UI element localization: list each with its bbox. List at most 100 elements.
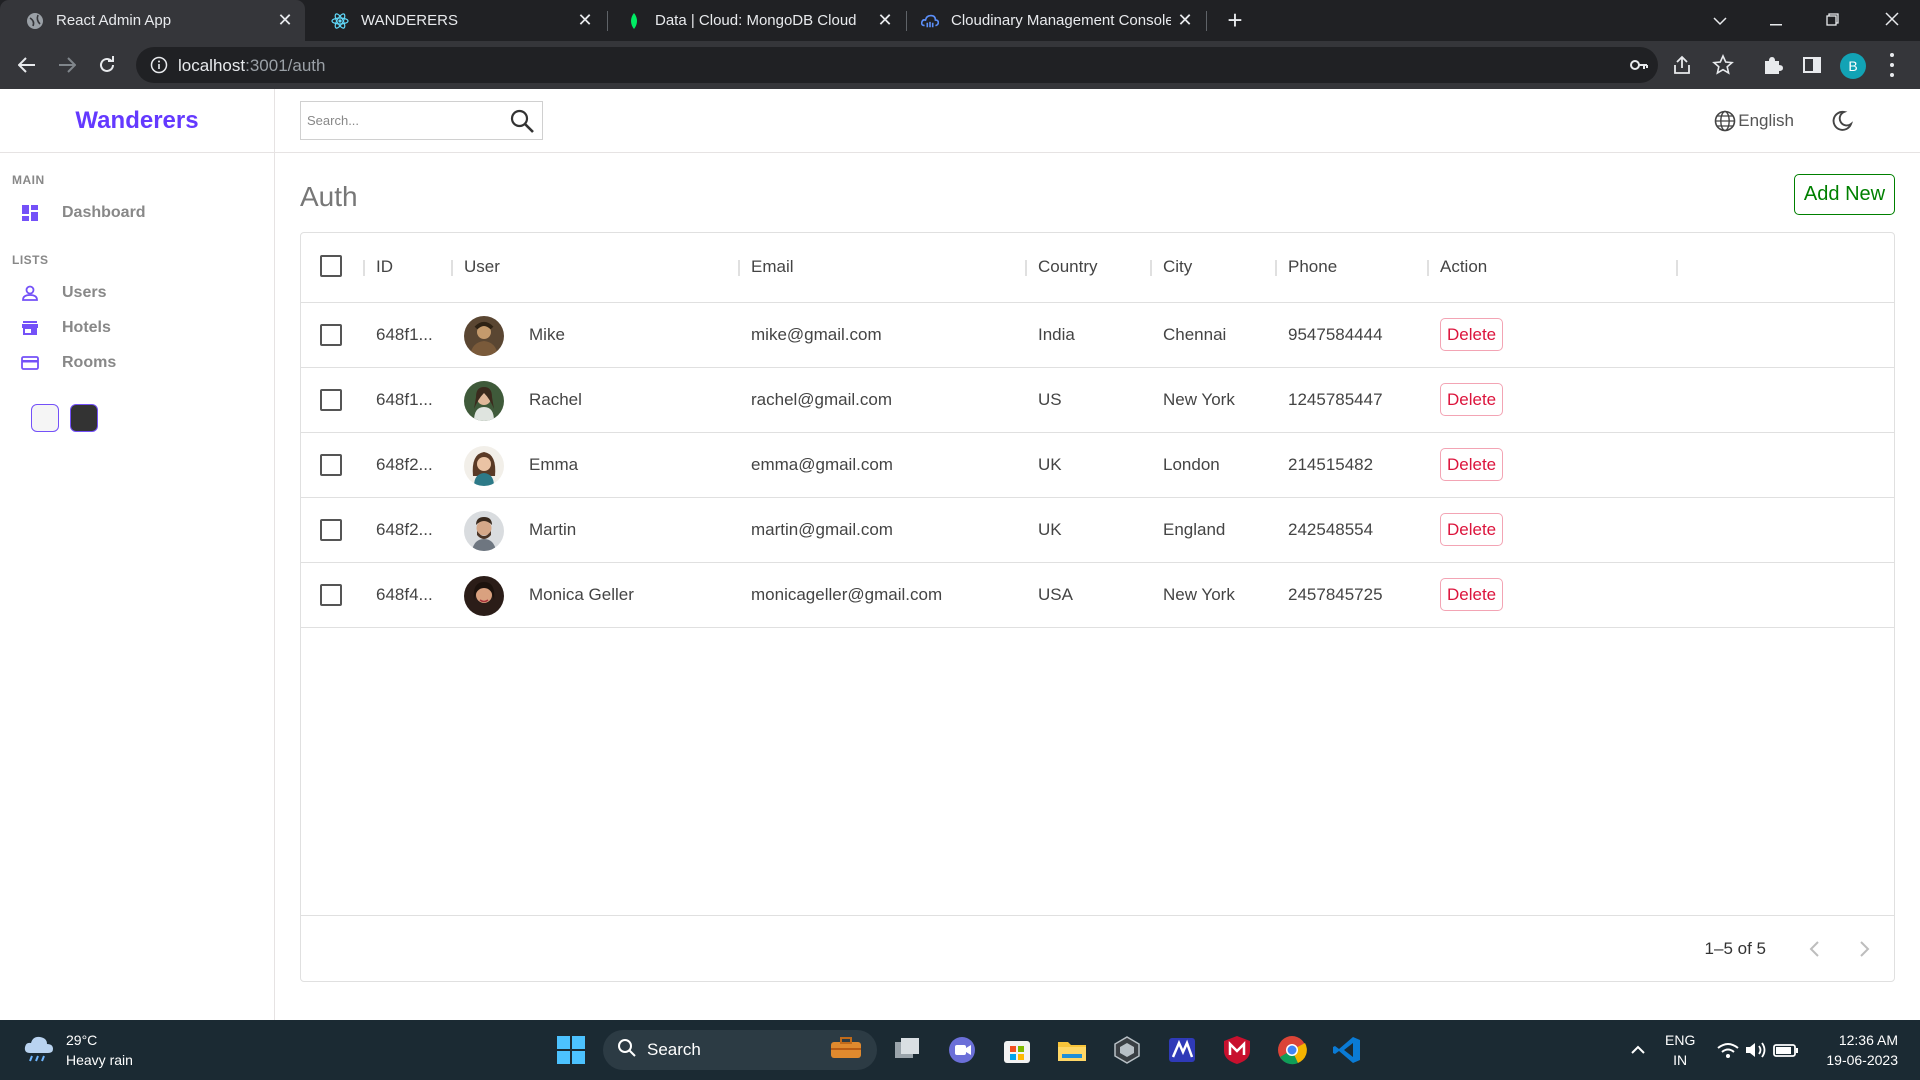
- task-view-icon[interactable]: [891, 1034, 923, 1066]
- weather-widget[interactable]: 29°C Heavy rain: [22, 1030, 133, 1070]
- column-header-user[interactable]: User: [464, 257, 500, 277]
- file-explorer-icon[interactable]: [1056, 1034, 1088, 1066]
- sidebar-item-dashboard[interactable]: Dashboard: [12, 195, 274, 230]
- tab-mongodb[interactable]: Data | Cloud: MongoDB Cloud ✕: [605, 0, 905, 41]
- language-label: English: [1738, 111, 1794, 130]
- vscode-icon[interactable]: [1331, 1034, 1363, 1066]
- next-page-icon[interactable]: [1853, 938, 1875, 960]
- row-checkbox[interactable]: [320, 389, 342, 411]
- delete-button[interactable]: Delete: [1440, 383, 1504, 416]
- url-bar[interactable]: localhost:3001/auth: [136, 47, 1658, 83]
- delete-button[interactable]: Delete: [1440, 448, 1504, 481]
- search-input[interactable]: [307, 113, 509, 128]
- select-all-checkbox[interactable]: [320, 255, 342, 277]
- battery-icon[interactable]: [1770, 1034, 1802, 1066]
- tab-search-chevron-icon[interactable]: [1692, 0, 1748, 41]
- teams-chat-icon[interactable]: [946, 1034, 978, 1066]
- top-navbar: English: [275, 89, 1920, 153]
- light-theme-option[interactable]: [31, 404, 59, 432]
- row-checkbox[interactable]: [320, 519, 342, 541]
- column-separator: [1676, 260, 1678, 276]
- cell-email: emma@gmail.com: [751, 455, 893, 474]
- dark-theme-option[interactable]: [70, 404, 98, 432]
- minimize-icon[interactable]: [1748, 0, 1804, 41]
- cell-country: UK: [1038, 455, 1062, 474]
- grid-footer: 1–5 of 5: [301, 915, 1894, 981]
- section-title-main: MAIN: [12, 173, 45, 187]
- extensions-puzzle-icon[interactable]: [1761, 54, 1783, 76]
- mcafee-icon[interactable]: [1221, 1034, 1253, 1066]
- close-window-icon[interactable]: [1864, 0, 1920, 41]
- avatar: [464, 316, 504, 356]
- restore-icon[interactable]: [1804, 0, 1860, 41]
- marketing-app-icon[interactable]: [1166, 1034, 1198, 1066]
- delete-button[interactable]: Delete: [1440, 513, 1504, 546]
- windows-start-icon[interactable]: [555, 1034, 587, 1066]
- delete-button[interactable]: Delete: [1440, 318, 1504, 351]
- forward-arrow-icon[interactable]: [52, 50, 82, 80]
- table-row[interactable]: 648f2... Martin martin@gmail.com UK Engl…: [301, 498, 1894, 563]
- tab-cloudinary[interactable]: Cloudinary Management Console ✕: [905, 0, 1205, 41]
- tab-title: React Admin App: [56, 12, 172, 29]
- bookmark-star-icon[interactable]: [1712, 54, 1734, 76]
- side-panel-icon[interactable]: [1801, 54, 1823, 76]
- row-checkbox[interactable]: [320, 324, 342, 346]
- key-icon[interactable]: [1629, 55, 1649, 75]
- close-tab-icon[interactable]: ✕: [571, 10, 599, 31]
- tab-wanderers[interactable]: WANDERERS ✕: [305, 0, 605, 41]
- volume-icon[interactable]: [1740, 1034, 1772, 1066]
- delete-button[interactable]: Delete: [1440, 578, 1504, 611]
- cell-city: Chennai: [1163, 325, 1227, 344]
- chrome-icon[interactable]: [1276, 1034, 1308, 1066]
- new-tab-icon[interactable]: +: [1221, 6, 1249, 34]
- weather-condition: Heavy rain: [66, 1052, 133, 1068]
- column-separator: [738, 260, 740, 276]
- microsoft-store-icon[interactable]: [1001, 1034, 1033, 1066]
- site-info-icon[interactable]: [150, 56, 168, 79]
- language-selector[interactable]: English: [1714, 110, 1794, 132]
- unity-app-icon[interactable]: [1111, 1034, 1143, 1066]
- app-logo[interactable]: Wanderers: [75, 107, 198, 135]
- taskbar-search[interactable]: Search: [603, 1030, 877, 1070]
- show-hidden-icons-chevron-icon[interactable]: [1622, 1034, 1654, 1066]
- row-checkbox[interactable]: [320, 454, 342, 476]
- column-separator: [1025, 260, 1027, 276]
- sidebar-item-rooms[interactable]: Rooms: [12, 345, 274, 380]
- close-tab-icon[interactable]: ✕: [271, 10, 299, 31]
- column-header-action[interactable]: Action: [1440, 257, 1487, 277]
- dark-mode-moon-icon[interactable]: [1830, 109, 1854, 133]
- input-language-indicator[interactable]: ENG IN: [1665, 1030, 1695, 1070]
- search-icon[interactable]: [509, 108, 535, 134]
- mongodb-leaf-icon: [625, 12, 643, 30]
- close-tab-icon[interactable]: ✕: [1171, 10, 1199, 31]
- language-globe-icon: [1714, 110, 1736, 132]
- reload-icon[interactable]: [92, 50, 122, 80]
- sidebar-item-users[interactable]: Users: [12, 275, 274, 310]
- back-arrow-icon[interactable]: [12, 50, 42, 80]
- add-new-button[interactable]: Add New: [1794, 174, 1895, 215]
- column-header-id[interactable]: ID: [376, 257, 393, 277]
- share-icon[interactable]: [1671, 54, 1693, 76]
- tab-title: Cloudinary Management Console: [951, 12, 1171, 29]
- cell-email: monicageller@gmail.com: [751, 585, 943, 604]
- browser-menu-icon[interactable]: [1888, 53, 1896, 77]
- tab-react-admin-app[interactable]: React Admin App ✕: [0, 0, 305, 41]
- column-header-email[interactable]: Email: [751, 257, 794, 277]
- system-clock[interactable]: 12:36 AM 19-06-2023: [1826, 1030, 1898, 1070]
- sidebar-item-hotels[interactable]: Hotels: [12, 310, 274, 345]
- table-row[interactable]: 648f1... Rachel rachel@gmail.com US New …: [301, 368, 1894, 433]
- table-row[interactable]: 648f4... Monica Geller monicageller@gmai…: [301, 563, 1894, 628]
- previous-page-icon[interactable]: [1804, 938, 1826, 960]
- table-row[interactable]: 648f2... Emma emma@gmail.com UK London 2…: [301, 433, 1894, 498]
- close-tab-icon[interactable]: ✕: [871, 10, 899, 31]
- avatar: [464, 381, 504, 421]
- table-row[interactable]: 648f1... Mike mike@gmail.com India Chenn…: [301, 303, 1894, 368]
- column-header-phone[interactable]: Phone: [1288, 257, 1337, 277]
- column-header-city[interactable]: City: [1163, 257, 1192, 277]
- profile-avatar[interactable]: B: [1840, 53, 1866, 79]
- cell-user: Rachel: [529, 390, 582, 409]
- avatar: [464, 446, 504, 486]
- column-header-country[interactable]: Country: [1038, 257, 1098, 277]
- row-checkbox[interactable]: [320, 584, 342, 606]
- cell-country: India: [1038, 325, 1075, 344]
